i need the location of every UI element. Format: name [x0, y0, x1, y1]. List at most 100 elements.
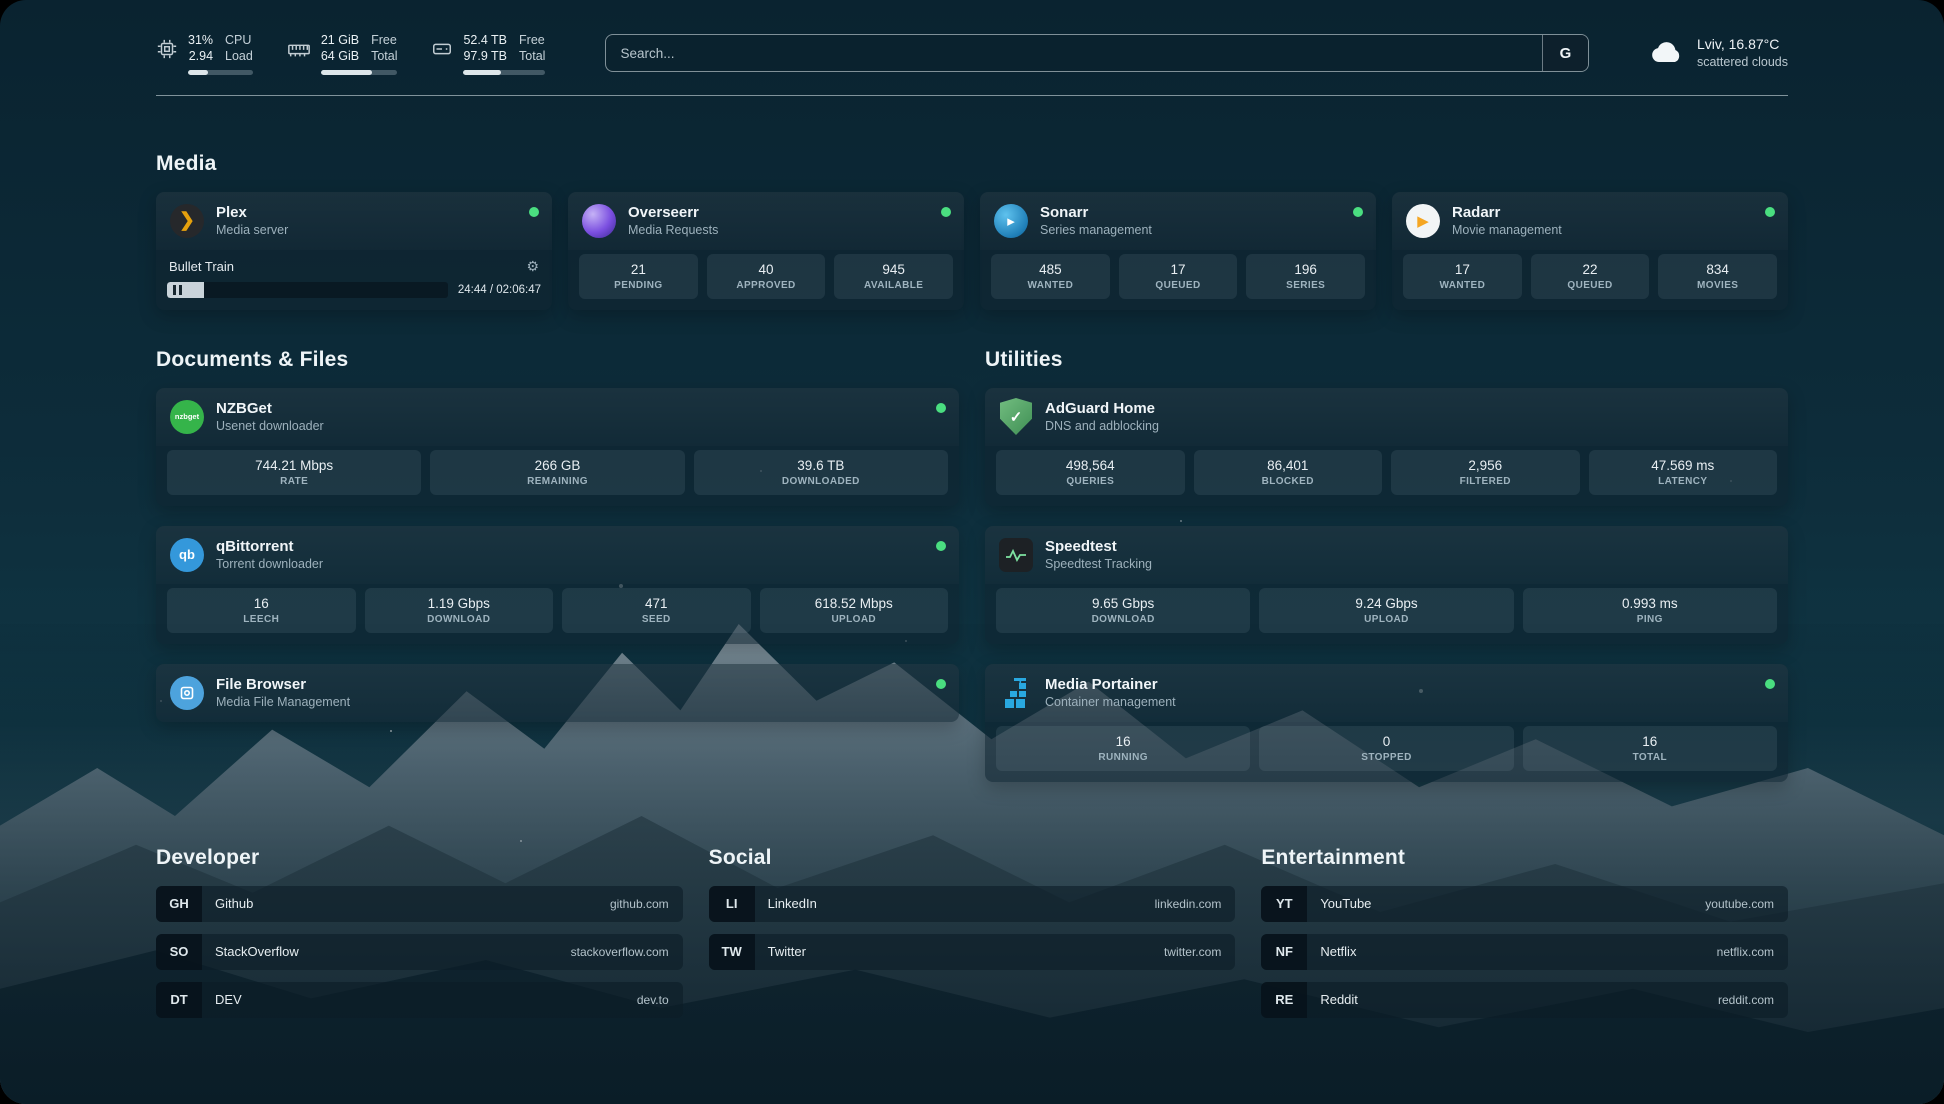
bookmark-abbr: SO — [156, 934, 202, 970]
stat-queued: 17 QUEUED — [1119, 254, 1238, 299]
card-nzbget[interactable]: nzbget NZBGet Usenet downloader 744.21 M… — [156, 388, 959, 506]
stat-blocked: 86,401 BLOCKED — [1194, 450, 1383, 495]
bookmark-url: linkedin.com — [1155, 897, 1236, 911]
service-name: Media Portainer — [1045, 675, 1176, 695]
service-desc: DNS and adblocking — [1045, 418, 1159, 434]
now-playing-title: Bullet Train — [169, 259, 234, 274]
stat-wanted: 485 WANTED — [991, 254, 1110, 299]
stat-leech: 16 LEECH — [167, 588, 356, 633]
disk-label-2: Total — [519, 48, 545, 64]
card-plex[interactable]: ❯ Plex Media server Bullet Train ⚙ — [156, 192, 552, 310]
cpu-label-2: Load — [225, 48, 253, 64]
nzbget-icon: nzbget — [169, 399, 205, 435]
radarr-icon: ▶ — [1405, 203, 1441, 239]
bookmark-group-social: Social LI LinkedIn linkedin.com TW Twitt… — [709, 846, 1236, 1018]
card-header: qb qBittorrent Torrent downloader — [156, 526, 959, 584]
card-filebrowser[interactable]: File Browser Media File Management — [156, 664, 959, 722]
bookmark-abbr: DT — [156, 982, 202, 1018]
service-name: Speedtest — [1045, 537, 1152, 557]
bookmark-name: DEV — [202, 992, 242, 1007]
status-dot — [1765, 207, 1775, 217]
service-desc: Movie management — [1452, 222, 1562, 238]
stat-stopped: 0 STOPPED — [1259, 726, 1513, 771]
gear-icon[interactable]: ⚙ — [526, 258, 539, 275]
service-name: Plex — [216, 203, 288, 223]
disk-widget: 52.4 TB 97.9 TB Free Total — [431, 32, 545, 75]
stat-queries: 498,564 QUERIES — [996, 450, 1185, 495]
sonarr-icon: ▸ — [993, 203, 1029, 239]
card-header: Media Portainer Container management — [985, 664, 1788, 722]
card-adguard[interactable]: ✓ AdGuard Home DNS and adblocking 498,56… — [985, 388, 1788, 506]
media-grid: ❯ Plex Media server Bullet Train ⚙ — [156, 192, 1788, 310]
speedtest-icon — [998, 537, 1034, 573]
service-name: Radarr — [1452, 203, 1562, 223]
bookmark-stackoverflow[interactable]: SO StackOverflow stackoverflow.com — [156, 934, 683, 970]
bookmark-abbr: RE — [1261, 982, 1307, 1018]
search-input[interactable] — [606, 35, 1542, 71]
bookmark-reddit[interactable]: RE Reddit reddit.com — [1261, 982, 1788, 1018]
bookmark-linkedin[interactable]: LI LinkedIn linkedin.com — [709, 886, 1236, 922]
card-header: ❯ Plex Media server — [156, 192, 552, 250]
card-overseerr[interactable]: Overseerr Media Requests 21 PENDING 40 A… — [568, 192, 964, 310]
ram-free: 21 GiB — [321, 32, 359, 48]
cpu-label-1: CPU — [225, 32, 253, 48]
stat-latency: 47.569 ms LATENCY — [1589, 450, 1778, 495]
bookmark-url: youtube.com — [1705, 897, 1788, 911]
playback-progress-bar[interactable] — [167, 282, 448, 298]
cpu-icon — [156, 38, 178, 60]
card-speedtest[interactable]: Speedtest Speedtest Tracking 9.65 Gbps D… — [985, 526, 1788, 644]
card-portainer[interactable]: Media Portainer Container management 16 … — [985, 664, 1788, 782]
section-title-media: Media — [156, 152, 1788, 176]
section-title-utilities: Utilities — [985, 348, 1788, 372]
documents-column: Documents & Files nzbget NZBGet Usenet d… — [156, 348, 959, 782]
stat-available: 945 AVAILABLE — [834, 254, 953, 299]
cpu-load: 2.94 — [188, 48, 213, 64]
pause-icon[interactable] — [173, 285, 182, 295]
service-desc: Series management — [1040, 222, 1152, 238]
bookmark-group-entertainment: Entertainment YT YouTube youtube.com NF … — [1261, 846, 1788, 1018]
card-sonarr[interactable]: ▸ Sonarr Series management 485 WANTED — [980, 192, 1376, 310]
stat-wanted: 17 WANTED — [1403, 254, 1522, 299]
card-header: ▶ Radarr Movie management — [1392, 192, 1788, 250]
ram-label-1: Free — [371, 32, 397, 48]
disk-label-1: Free — [519, 32, 545, 48]
stat-seed: 471 SEED — [562, 588, 751, 633]
topbar-divider — [156, 95, 1788, 96]
stat-upload: 618.52 Mbps UPLOAD — [760, 588, 949, 633]
status-dot — [529, 207, 539, 217]
status-dot — [1353, 207, 1363, 217]
portainer-icon — [998, 675, 1034, 711]
bookmark-netflix[interactable]: NF Netflix netflix.com — [1261, 934, 1788, 970]
bookmark-name: Github — [202, 896, 253, 911]
bookmark-dev[interactable]: DT DEV dev.to — [156, 982, 683, 1018]
bookmark-url: dev.to — [637, 993, 683, 1007]
stat-total: 16 TOTAL — [1523, 726, 1777, 771]
dashboard-screen: 31% 2.94 CPU Load — [0, 0, 1944, 1104]
bookmark-name: YouTube — [1307, 896, 1371, 911]
status-dot — [1765, 679, 1775, 689]
stat-ping: 0.993 ms PING — [1523, 588, 1777, 633]
cpu-progress-track — [188, 70, 253, 75]
google-search-button[interactable]: G — [1542, 35, 1588, 71]
bookmark-name: Reddit — [1307, 992, 1358, 1007]
bookmark-twitter[interactable]: TW Twitter twitter.com — [709, 934, 1236, 970]
card-radarr[interactable]: ▶ Radarr Movie management 17 WANTED — [1392, 192, 1788, 310]
bookmark-abbr: LI — [709, 886, 755, 922]
stat-series: 196 SERIES — [1246, 254, 1365, 299]
service-name: Overseerr — [628, 203, 718, 223]
card-header: Speedtest Speedtest Tracking — [985, 526, 1788, 584]
service-name: NZBGet — [216, 399, 324, 419]
bookmark-url: reddit.com — [1718, 993, 1788, 1007]
cpu-percent: 31% — [188, 32, 213, 48]
bookmark-abbr: GH — [156, 886, 202, 922]
stat-download: 1.19 Gbps DOWNLOAD — [365, 588, 554, 633]
stat-download: 9.65 Gbps DOWNLOAD — [996, 588, 1250, 633]
bookmark-group-developer: Developer GH Github github.com SO StackO… — [156, 846, 683, 1018]
bookmark-youtube[interactable]: YT YouTube youtube.com — [1261, 886, 1788, 922]
card-header: ✓ AdGuard Home DNS and adblocking — [985, 388, 1788, 446]
bookmark-abbr: NF — [1261, 934, 1307, 970]
bookmark-github[interactable]: GH Github github.com — [156, 886, 683, 922]
cloud-icon — [1649, 40, 1685, 66]
utilities-column: Utilities ✓ AdGuard Home DNS and adblock… — [985, 348, 1788, 782]
card-qbittorrent[interactable]: qb qBittorrent Torrent downloader 16 — [156, 526, 959, 644]
